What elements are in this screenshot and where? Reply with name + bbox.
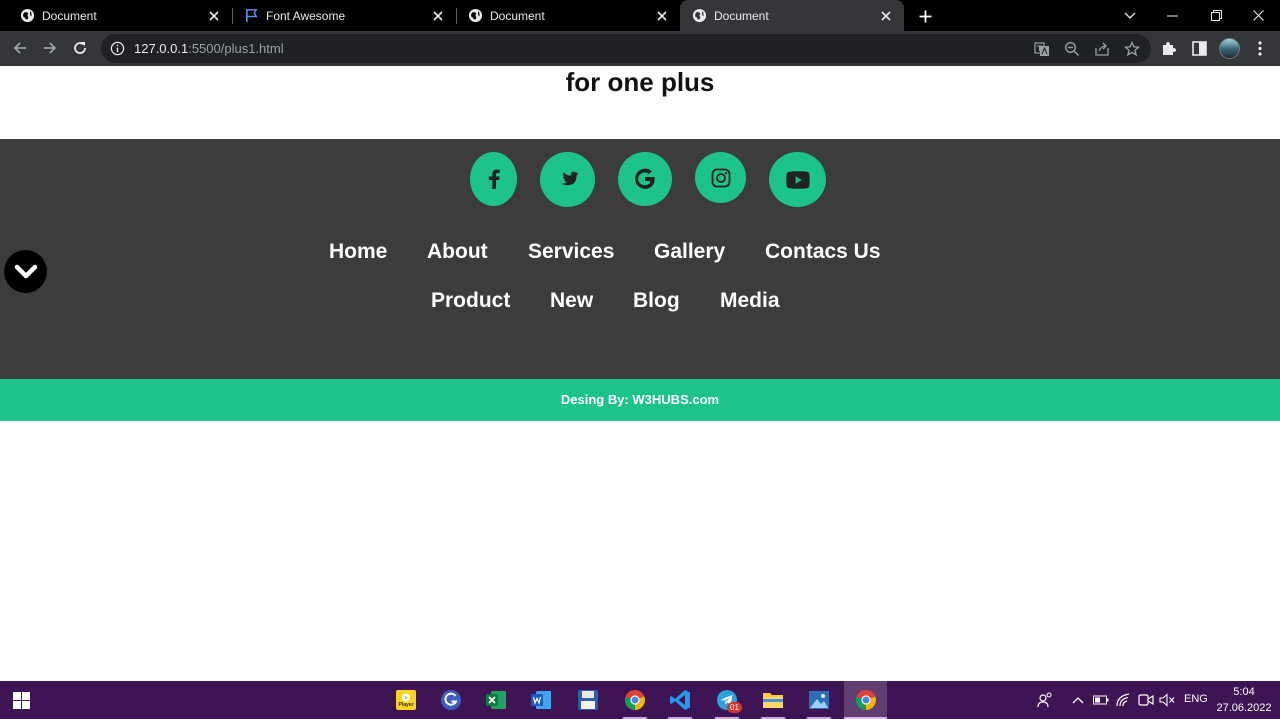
nav-link-about[interactable]: About <box>427 240 488 264</box>
tab-title: Document <box>42 8 97 23</box>
globe-icon <box>467 8 483 24</box>
forward-button[interactable] <box>38 36 62 60</box>
tab-title: Font Awesome <box>266 8 346 23</box>
scroll-down-button[interactable] <box>4 250 47 293</box>
reload-button[interactable] <box>68 36 92 60</box>
nav-link-blog[interactable]: Blog <box>633 289 680 313</box>
chevron-up-icon[interactable] <box>1069 691 1087 709</box>
taskbar: Player 01 ENG 5:04 27.06.2022 <box>0 681 1280 719</box>
browser-tab[interactable]: Font Awesome <box>224 0 456 31</box>
back-button[interactable] <box>8 36 32 60</box>
clock[interactable]: 5:04 27.06.2022 <box>1214 684 1274 716</box>
globe-icon <box>19 8 35 24</box>
nav-link-new[interactable]: New <box>550 289 593 313</box>
flag-icon <box>243 8 259 24</box>
url-host: 127.0.0.1 <box>134 41 189 56</box>
clock-date: 27.06.2022 <box>1216 702 1272 714</box>
save-icon[interactable] <box>568 681 608 719</box>
youtube-icon[interactable] <box>769 152 826 207</box>
close-icon[interactable] <box>428 6 448 26</box>
nav-link-home[interactable]: Home <box>329 240 387 264</box>
tab-strip: Document Font Awesome Document Document <box>0 0 1280 31</box>
address-bar[interactable]: 127.0.0.1:5500/plus1.html <box>101 34 1151 63</box>
nav-link-product[interactable]: Product <box>431 289 510 313</box>
chrome-active-icon[interactable] <box>844 681 887 719</box>
kmplayer-icon[interactable]: Player <box>386 681 426 719</box>
tab-title: Document <box>490 8 545 23</box>
credit-text: Desing By: W3HUBS.com <box>560 392 720 407</box>
file-explorer-icon[interactable] <box>753 681 793 719</box>
info-icon[interactable] <box>110 41 125 56</box>
bookmark-star-icon[interactable] <box>1123 40 1141 58</box>
nav-link-contact[interactable]: Contacs Us <box>765 240 881 264</box>
translate-icon[interactable] <box>1033 40 1051 58</box>
instagram-icon[interactable] <box>695 152 746 203</box>
nav-link-gallery[interactable]: Gallery <box>654 240 725 264</box>
browser-tab[interactable]: Document <box>448 0 680 31</box>
credit-bar: Desing By: W3HUBS.com <box>0 379 1280 421</box>
windows-start-icon[interactable] <box>13 692 30 709</box>
url-path: :5500/plus1.html <box>188 41 284 56</box>
close-icon[interactable] <box>876 6 896 26</box>
tab-search-button[interactable] <box>1110 0 1150 31</box>
globe-icon <box>691 8 707 24</box>
side-panel-icon[interactable] <box>1190 39 1208 57</box>
photos-icon[interactable] <box>799 681 839 719</box>
telegram-icon[interactable]: 01 <box>707 681 747 719</box>
new-tab-button[interactable] <box>914 5 936 27</box>
browser-tab-active[interactable]: Document <box>680 0 904 31</box>
google-icon[interactable] <box>618 152 672 206</box>
word-icon[interactable] <box>521 681 561 719</box>
browser-tab[interactable]: Document <box>0 0 232 31</box>
chrome-icon[interactable] <box>615 681 655 719</box>
url-text: 127.0.0.1:5500/plus1.html <box>134 41 284 56</box>
language-indicator[interactable]: ENG <box>1184 693 1208 705</box>
tab-title: Document <box>714 8 769 23</box>
excel-icon[interactable] <box>476 681 516 719</box>
battery-icon[interactable] <box>1092 691 1110 709</box>
profile-avatar[interactable] <box>1219 38 1240 59</box>
grammarly-icon[interactable] <box>431 681 471 719</box>
menu-kebab-icon[interactable] <box>1251 39 1269 57</box>
vscode-icon[interactable] <box>660 681 700 719</box>
clock-time: 5:04 <box>1233 686 1255 698</box>
footer: Home About Services Gallery Contacs Us P… <box>0 139 1280 379</box>
nav-link-services[interactable]: Services <box>528 240 614 264</box>
page-heading: for one plus <box>565 67 715 97</box>
extensions-puzzle-icon[interactable] <box>1160 39 1178 57</box>
close-window-button[interactable] <box>1238 0 1278 31</box>
restore-button[interactable] <box>1196 0 1236 31</box>
close-icon[interactable] <box>652 6 672 26</box>
zoom-icon[interactable] <box>1063 40 1081 58</box>
twitter-icon[interactable] <box>540 152 595 207</box>
kmplayer-label: Player <box>398 702 414 708</box>
nav-link-media[interactable]: Media <box>720 289 780 313</box>
page-viewport: for one plus Home About Services Gallery… <box>0 66 1280 681</box>
wifi-icon[interactable] <box>1115 691 1133 709</box>
meet-now-icon[interactable] <box>1137 691 1155 709</box>
browser-toolbar: 127.0.0.1:5500/plus1.html <box>0 31 1280 66</box>
minimize-button[interactable] <box>1152 0 1192 31</box>
volume-muted-icon[interactable] <box>1158 691 1176 709</box>
chevron-down-icon <box>14 264 37 278</box>
people-icon[interactable] <box>1036 691 1054 709</box>
share-icon[interactable] <box>1093 40 1111 58</box>
telegram-badge: 01 <box>727 702 742 713</box>
close-icon[interactable] <box>204 6 224 26</box>
facebook-icon[interactable] <box>470 152 517 206</box>
